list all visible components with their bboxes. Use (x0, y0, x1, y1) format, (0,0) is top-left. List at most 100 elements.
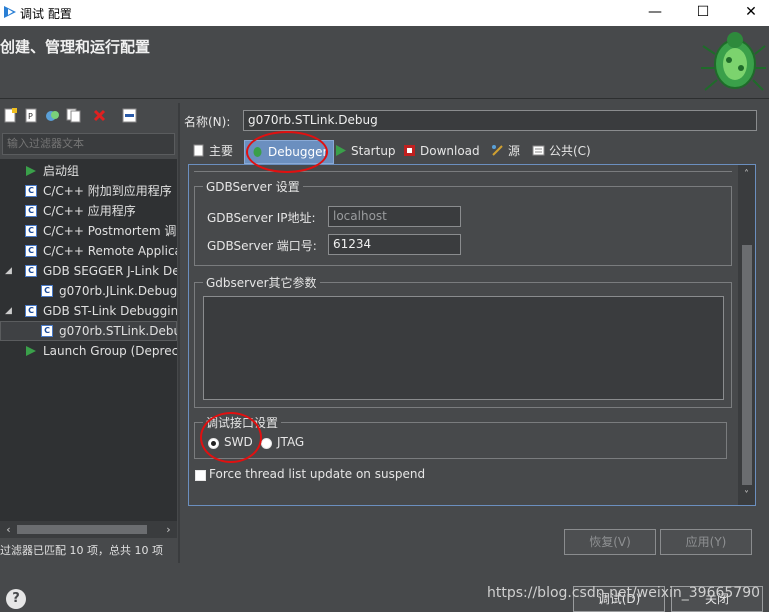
tree-item-label: GDB ST-Link Debugging (43, 304, 177, 318)
collapse-all-icon[interactable] (122, 108, 137, 123)
configuration-panel: P 启动组 C C/C++ 附加到应用程序 C C/C++ 应用程序 C C/C… (0, 103, 177, 538)
c-config-icon: C (25, 245, 37, 257)
configuration-tree: 启动组 C C/C++ 附加到应用程序 C C/C++ 应用程序 C C/C++… (0, 159, 177, 521)
tab-content-debugger: GDBServer 设置 GDBServer IP地址: localhost G… (188, 164, 756, 506)
scroll-down-icon[interactable]: ˅ (739, 488, 754, 503)
configuration-toolbar: P (0, 103, 177, 129)
swd-label: SWD (224, 435, 253, 449)
tab-bar: 主要 Debugger Startup Download 源 公共(C) (186, 140, 756, 164)
tab-main[interactable]: 主要 (192, 140, 233, 164)
download-tab-icon (404, 145, 415, 156)
filter-input[interactable] (2, 133, 175, 155)
header-separator (0, 98, 769, 99)
c-config-icon: C (41, 285, 53, 297)
new-prototype-icon[interactable]: P (24, 108, 39, 123)
tree-item-stlink-debug[interactable]: C g070rb.STLink.Debug (0, 321, 177, 341)
tree-item-label: C/C++ 应用程序 (43, 204, 136, 218)
jtag-radio[interactable] (261, 438, 272, 449)
jtag-label: JTAG (277, 435, 305, 449)
maximize-button[interactable]: ☐ (680, 0, 726, 26)
window-title: 调试 配置 (20, 7, 72, 21)
scroll-up-icon[interactable]: ˄ (739, 167, 754, 182)
tree-item-launch-group-deprecated[interactable]: Launch Group (Deprecated) (0, 341, 177, 361)
c-config-icon: C (25, 225, 37, 237)
dialog-heading: 创建、管理和运行配置 (0, 38, 151, 56)
tree-item-label: g070rb.STLink.Debug (59, 324, 177, 338)
minimize-button[interactable]: — (632, 0, 678, 26)
gdbserver-port-label: GDBServer 端口号: (207, 239, 317, 253)
tab-label: 主要 (209, 144, 234, 158)
gdbserver-other-params-group: Gdbserver其它参数 (194, 274, 732, 408)
c-config-icon: C (25, 305, 37, 317)
group-title: 调试接口设置 (203, 414, 282, 431)
force-thread-label: Force thread list update on suspend (209, 467, 426, 481)
c-config-icon: C (25, 205, 37, 217)
group-title: Gdbserver其它参数 (203, 274, 320, 291)
tab-label: Download (420, 144, 480, 158)
name-input[interactable]: g070rb.STLink.Debug (243, 110, 757, 131)
gdbserver-params-textarea[interactable] (203, 296, 724, 400)
common-tab-icon (532, 145, 545, 156)
restore-button[interactable]: 恢复(V) (564, 529, 656, 555)
startup-tab-icon (336, 145, 346, 156)
tab-debugger[interactable]: Debugger (244, 140, 335, 164)
tree-item-jlink-debug[interactable]: C g070rb.JLink.Debug (0, 281, 177, 301)
tree-item-cpp-postmortem[interactable]: C C/C++ Postmortem 调试 (0, 221, 177, 241)
launch-group-icon (26, 166, 36, 176)
tree-item-cpp-remote[interactable]: C C/C++ Remote Application (0, 241, 177, 261)
dialog-header: 创建、管理和运行配置 (0, 26, 769, 98)
scrollbar-thumb[interactable] (742, 245, 752, 485)
close-window-button[interactable]: ✕ (728, 0, 769, 26)
tab-source[interactable]: 源 (491, 140, 520, 164)
title-bar: 调试 配置 — ☐ ✕ (0, 0, 769, 26)
help-icon[interactable]: ? (6, 589, 26, 609)
svg-text:P: P (28, 112, 33, 121)
filter-status: 过滤器已匹配 10 项，总共 10 项 (0, 544, 163, 557)
gdbserver-port-field[interactable]: 61234 (328, 234, 461, 255)
swd-radio[interactable] (208, 438, 219, 449)
tree-item-label: GDB SEGGER J-Link Debugging (43, 264, 177, 278)
scroll-left-icon[interactable]: ‹ (1, 522, 16, 537)
content-vertical-scrollbar[interactable]: ˄ ˅ (738, 165, 755, 505)
tab-download[interactable]: Download (403, 140, 480, 164)
top-group-edge (194, 171, 732, 172)
tab-label: 源 (508, 144, 521, 158)
tab-startup[interactable]: Startup (334, 140, 396, 164)
force-thread-checkbox[interactable] (195, 470, 206, 481)
tree-item-cpp-application[interactable]: C C/C++ 应用程序 (0, 201, 177, 221)
debugger-tab-icon (253, 147, 262, 157)
gdbserver-settings-group: GDBServer 设置 GDBServer IP地址: localhost G… (194, 178, 732, 266)
tree-item-launch-group[interactable]: 启动组 (0, 161, 177, 181)
apply-button[interactable]: 应用(Y) (660, 529, 752, 555)
tree-item-label: C/C++ 附加到应用程序 (43, 184, 172, 198)
tree-item-label: Launch Group (Deprecated) (43, 344, 177, 358)
new-configuration-icon[interactable] (3, 108, 18, 123)
panel-splitter[interactable] (178, 103, 180, 563)
duplicate-configuration-icon[interactable] (66, 108, 81, 123)
debug-bug-icon (701, 32, 766, 91)
tree-item-gdb-segger[interactable]: ◢ C GDB SEGGER J-Link Debugging (0, 261, 177, 281)
main-tab-icon (193, 144, 204, 157)
tree-item-cpp-attach[interactable]: C C/C++ 附加到应用程序 (0, 181, 177, 201)
expand-twisty-icon[interactable]: ◢ (5, 261, 12, 281)
name-label: 名称(N): (184, 115, 231, 129)
launch-group-icon (26, 346, 36, 356)
scrollbar-thumb[interactable] (17, 525, 147, 534)
tree-item-label: g070rb.JLink.Debug (59, 284, 177, 298)
c-config-icon: C (41, 325, 53, 337)
scroll-right-icon[interactable]: › (161, 522, 176, 537)
tree-item-gdb-stlink[interactable]: ◢ C GDB ST-Link Debugging (0, 301, 177, 321)
c-config-icon: C (25, 185, 37, 197)
c-config-icon: C (25, 265, 37, 277)
tree-item-label: C/C++ Postmortem 调试 (43, 224, 177, 238)
tab-label: 公共(C) (549, 144, 591, 158)
source-tab-icon (492, 145, 503, 156)
export-configuration-icon[interactable] (45, 108, 60, 123)
gdbserver-ip-label: GDBServer IP地址: (207, 211, 316, 225)
tree-item-label: C/C++ Remote Application (43, 244, 177, 258)
delete-configuration-icon[interactable] (92, 108, 107, 123)
tab-common[interactable]: 公共(C) (532, 140, 591, 164)
expand-twisty-icon[interactable]: ◢ (5, 301, 12, 321)
gdbserver-ip-field: localhost (328, 206, 461, 227)
tree-horizontal-scrollbar[interactable]: ‹ › (0, 521, 177, 538)
